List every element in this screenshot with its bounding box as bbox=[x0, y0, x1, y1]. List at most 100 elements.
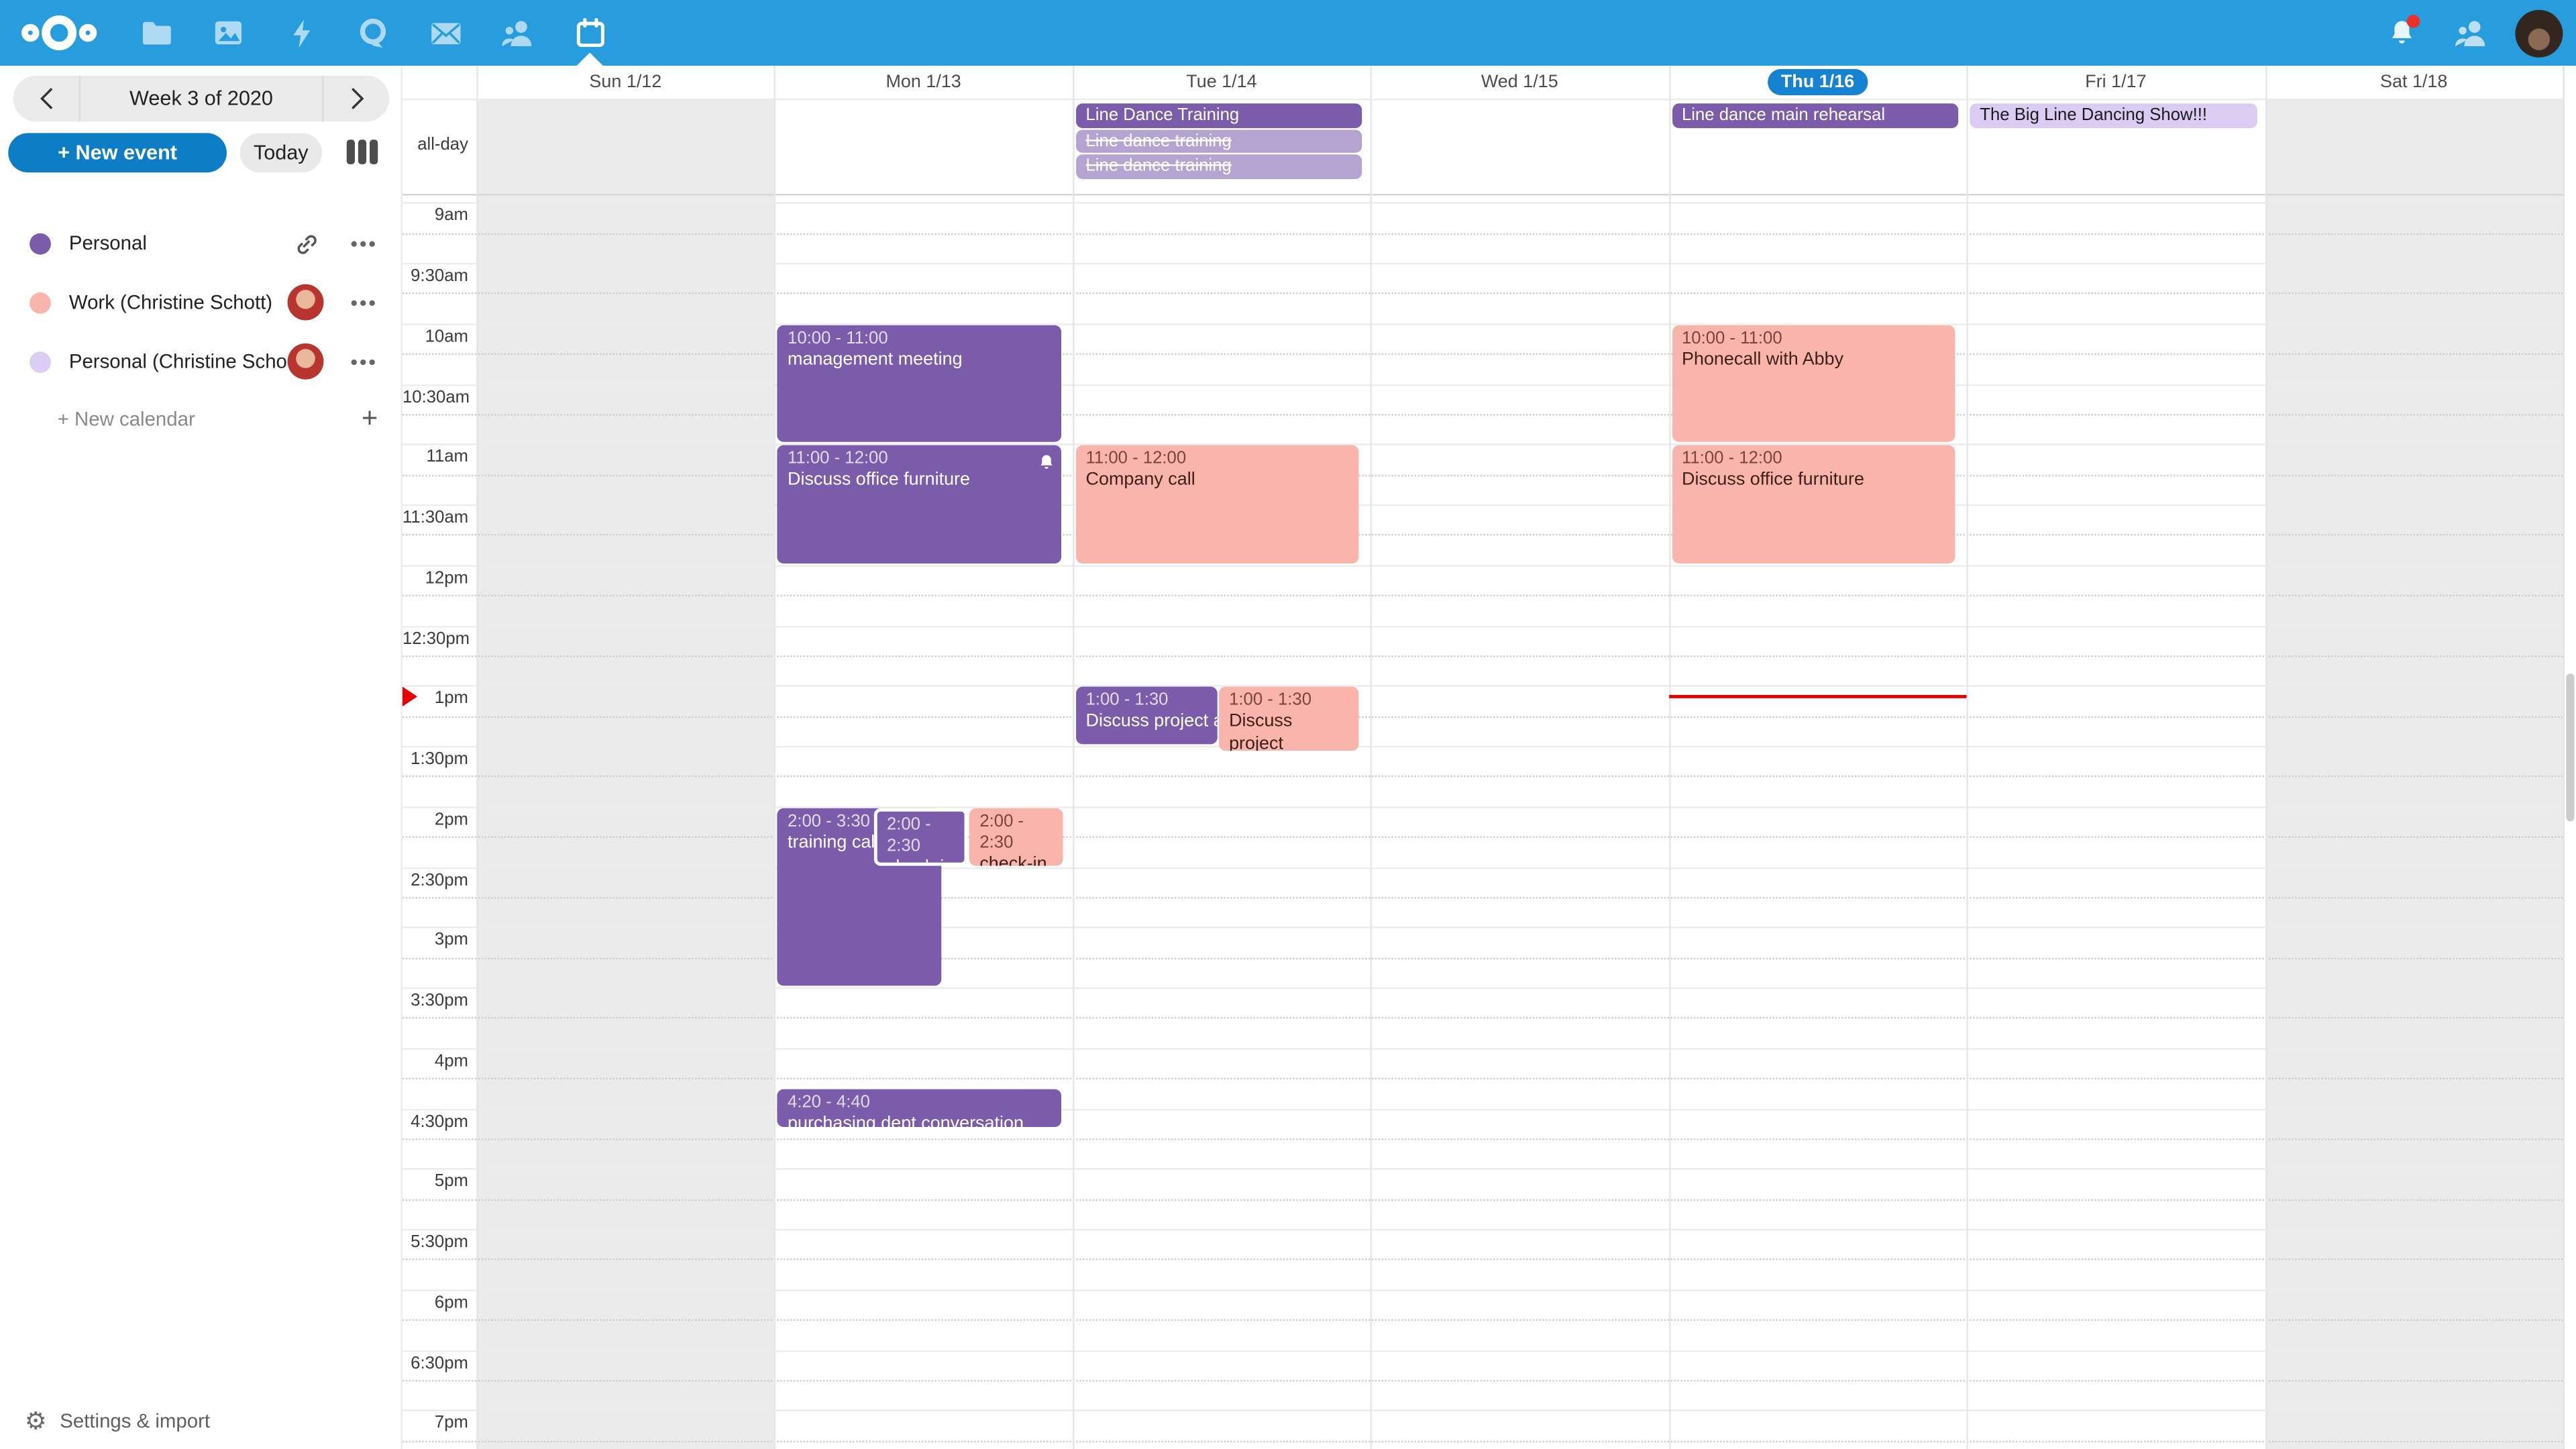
weekend-shade bbox=[2265, 99, 2563, 1449]
quarter-line bbox=[402, 354, 2563, 355]
event[interactable]: 2:00 - 2:30check-in bbox=[873, 808, 967, 865]
time-label: 3:30pm bbox=[402, 991, 468, 1010]
quarter-line bbox=[402, 535, 2563, 536]
active-app-caret bbox=[577, 52, 603, 66]
day-header[interactable]: Thu 1/16 bbox=[1668, 66, 1966, 99]
allday-event[interactable]: Line dance training bbox=[1076, 129, 1362, 153]
app-activity-icon[interactable] bbox=[264, 0, 337, 66]
slot-line bbox=[402, 927, 2563, 928]
column-line bbox=[1967, 66, 1968, 1449]
app-files-icon[interactable] bbox=[120, 0, 193, 66]
calendar-owner-avatar bbox=[288, 284, 324, 321]
new-event-button[interactable]: + New event bbox=[8, 133, 227, 172]
quarter-line bbox=[402, 957, 2563, 959]
allday-event[interactable]: Line dance main rehearsal bbox=[1672, 103, 1958, 127]
event[interactable]: 4:20 - 4:40purchasing dept conversation bbox=[777, 1089, 1061, 1126]
time-label: 5pm bbox=[402, 1172, 468, 1191]
slot-line bbox=[402, 686, 2563, 687]
event-title: Phonecall with Abby bbox=[1682, 350, 1947, 372]
calendar-color-dot[interactable] bbox=[30, 292, 51, 313]
time-label: 9:30am bbox=[402, 266, 468, 286]
app-contacts-icon[interactable] bbox=[482, 0, 554, 66]
calendar-name: Work (Christine Schott) bbox=[69, 290, 288, 313]
scrollbar[interactable] bbox=[2563, 66, 2576, 1449]
time-label: 4:30pm bbox=[402, 1112, 468, 1131]
day-header[interactable]: Mon 1/13 bbox=[775, 66, 1073, 99]
allday-event[interactable]: Line dance training bbox=[1076, 154, 1362, 178]
nextcloud-logo-icon[interactable] bbox=[21, 11, 97, 54]
event-time: 4:20 - 4:40 bbox=[788, 1093, 1053, 1114]
quarter-line bbox=[402, 897, 2563, 898]
day-header[interactable]: Tue 1/14 bbox=[1073, 66, 1371, 99]
slot-line bbox=[402, 1229, 2563, 1230]
time-label: 11:30am bbox=[402, 508, 468, 527]
quarter-line bbox=[402, 1380, 2563, 1381]
calendar-grid: Sun 1/12Mon 1/13Tue 1/14Wed 1/15Thu 1/16… bbox=[402, 66, 2576, 1449]
calendar-color-dot[interactable] bbox=[30, 351, 51, 372]
settings-import-button[interactable]: ⚙ Settings & import bbox=[0, 1397, 402, 1446]
time-label: 1:30pm bbox=[402, 749, 468, 769]
previous-week-button[interactable] bbox=[13, 76, 80, 122]
allday-event[interactable]: The Big Line Dancing Show!!! bbox=[1970, 103, 2257, 127]
calendar-menu-icon[interactable] bbox=[343, 284, 383, 321]
calendar-item[interactable]: Personal (Christine Scho... bbox=[0, 337, 402, 386]
next-week-button[interactable] bbox=[322, 76, 389, 122]
day-header[interactable]: Sun 1/12 bbox=[476, 66, 774, 99]
notifications-bell-icon[interactable] bbox=[2377, 0, 2426, 66]
app-mail-icon[interactable] bbox=[409, 0, 482, 66]
contacts-menu-icon[interactable] bbox=[2447, 0, 2496, 66]
new-calendar-button[interactable]: + New calendar + bbox=[0, 394, 402, 443]
slot-line bbox=[402, 565, 2563, 566]
allday-separator bbox=[402, 194, 2563, 195]
event-title: Company call bbox=[1086, 470, 1351, 492]
calendar-item[interactable]: Personal bbox=[0, 219, 402, 268]
nextcloud-calendar-app: Week 3 of 2020 + New event Today Persona… bbox=[0, 0, 2576, 1449]
time-label: 10:30am bbox=[402, 387, 468, 407]
event[interactable]: 1:00 - 1:30Discuss project announcement bbox=[1076, 687, 1218, 744]
app-photos-icon[interactable] bbox=[193, 0, 265, 66]
slot-line bbox=[402, 625, 2563, 627]
slot-line bbox=[402, 746, 2563, 747]
event-time: 11:00 - 12:00 bbox=[788, 449, 1053, 470]
today-button[interactable]: Today bbox=[240, 133, 322, 172]
event-time: 11:00 - 12:00 bbox=[1086, 449, 1351, 470]
view-toggle-icon[interactable] bbox=[347, 140, 377, 164]
user-avatar[interactable] bbox=[2515, 9, 2563, 56]
header-separator bbox=[402, 99, 2563, 100]
event[interactable]: 10:00 - 11:00Phonecall with Abby bbox=[1672, 325, 1955, 442]
day-header[interactable]: Sat 1/18 bbox=[2265, 66, 2563, 99]
calendar-menu-icon[interactable] bbox=[343, 225, 383, 262]
event[interactable]: 11:00 - 12:00Company call bbox=[1076, 445, 1359, 563]
time-label: 9am bbox=[402, 206, 468, 225]
event[interactable]: 11:00 - 12:00Discuss office furniture bbox=[777, 445, 1061, 563]
day-header[interactable]: Fri 1/17 bbox=[1967, 66, 2265, 99]
app-calendar-icon[interactable] bbox=[553, 0, 626, 66]
calendar-menu-icon[interactable] bbox=[343, 343, 383, 380]
scrollbar-thumb[interactable] bbox=[2566, 674, 2574, 821]
week-label[interactable]: Week 3 of 2020 bbox=[80, 76, 322, 122]
column-line bbox=[2265, 66, 2266, 1449]
event-title: Discuss office furniture bbox=[1682, 470, 1947, 492]
calendar-item[interactable]: Work (Christine Schott) bbox=[0, 278, 402, 327]
event-title: check-in bbox=[979, 854, 1054, 865]
time-label: 5:30pm bbox=[402, 1232, 468, 1252]
calendar-name: Personal bbox=[69, 231, 288, 254]
event[interactable]: 1:00 - 1:30Discuss project announcement bbox=[1219, 687, 1359, 751]
share-link-icon[interactable] bbox=[288, 225, 324, 262]
slot-line bbox=[402, 203, 2563, 204]
event-title: Discuss project announcement bbox=[1229, 712, 1351, 751]
event[interactable]: 10:00 - 11:00management meeting bbox=[777, 325, 1061, 442]
column-line bbox=[1371, 66, 1372, 1449]
event[interactable]: 2:00 - 2:30check-in bbox=[970, 808, 1063, 865]
quarter-line bbox=[402, 1199, 2563, 1200]
allday-event[interactable]: Line Dance Training bbox=[1076, 103, 1362, 127]
app-talk-icon[interactable] bbox=[337, 0, 409, 66]
day-header[interactable]: Wed 1/15 bbox=[1371, 66, 1668, 99]
column-line bbox=[476, 66, 478, 1449]
column-line bbox=[774, 66, 775, 1449]
calendar-color-dot[interactable] bbox=[30, 233, 51, 254]
slot-line bbox=[402, 987, 2563, 989]
quarter-line bbox=[402, 1138, 2563, 1140]
calendar-canvas: Sun 1/12Mon 1/13Tue 1/14Wed 1/15Thu 1/16… bbox=[402, 66, 2576, 1449]
event[interactable]: 11:00 - 12:00Discuss office furniture bbox=[1672, 445, 1955, 563]
